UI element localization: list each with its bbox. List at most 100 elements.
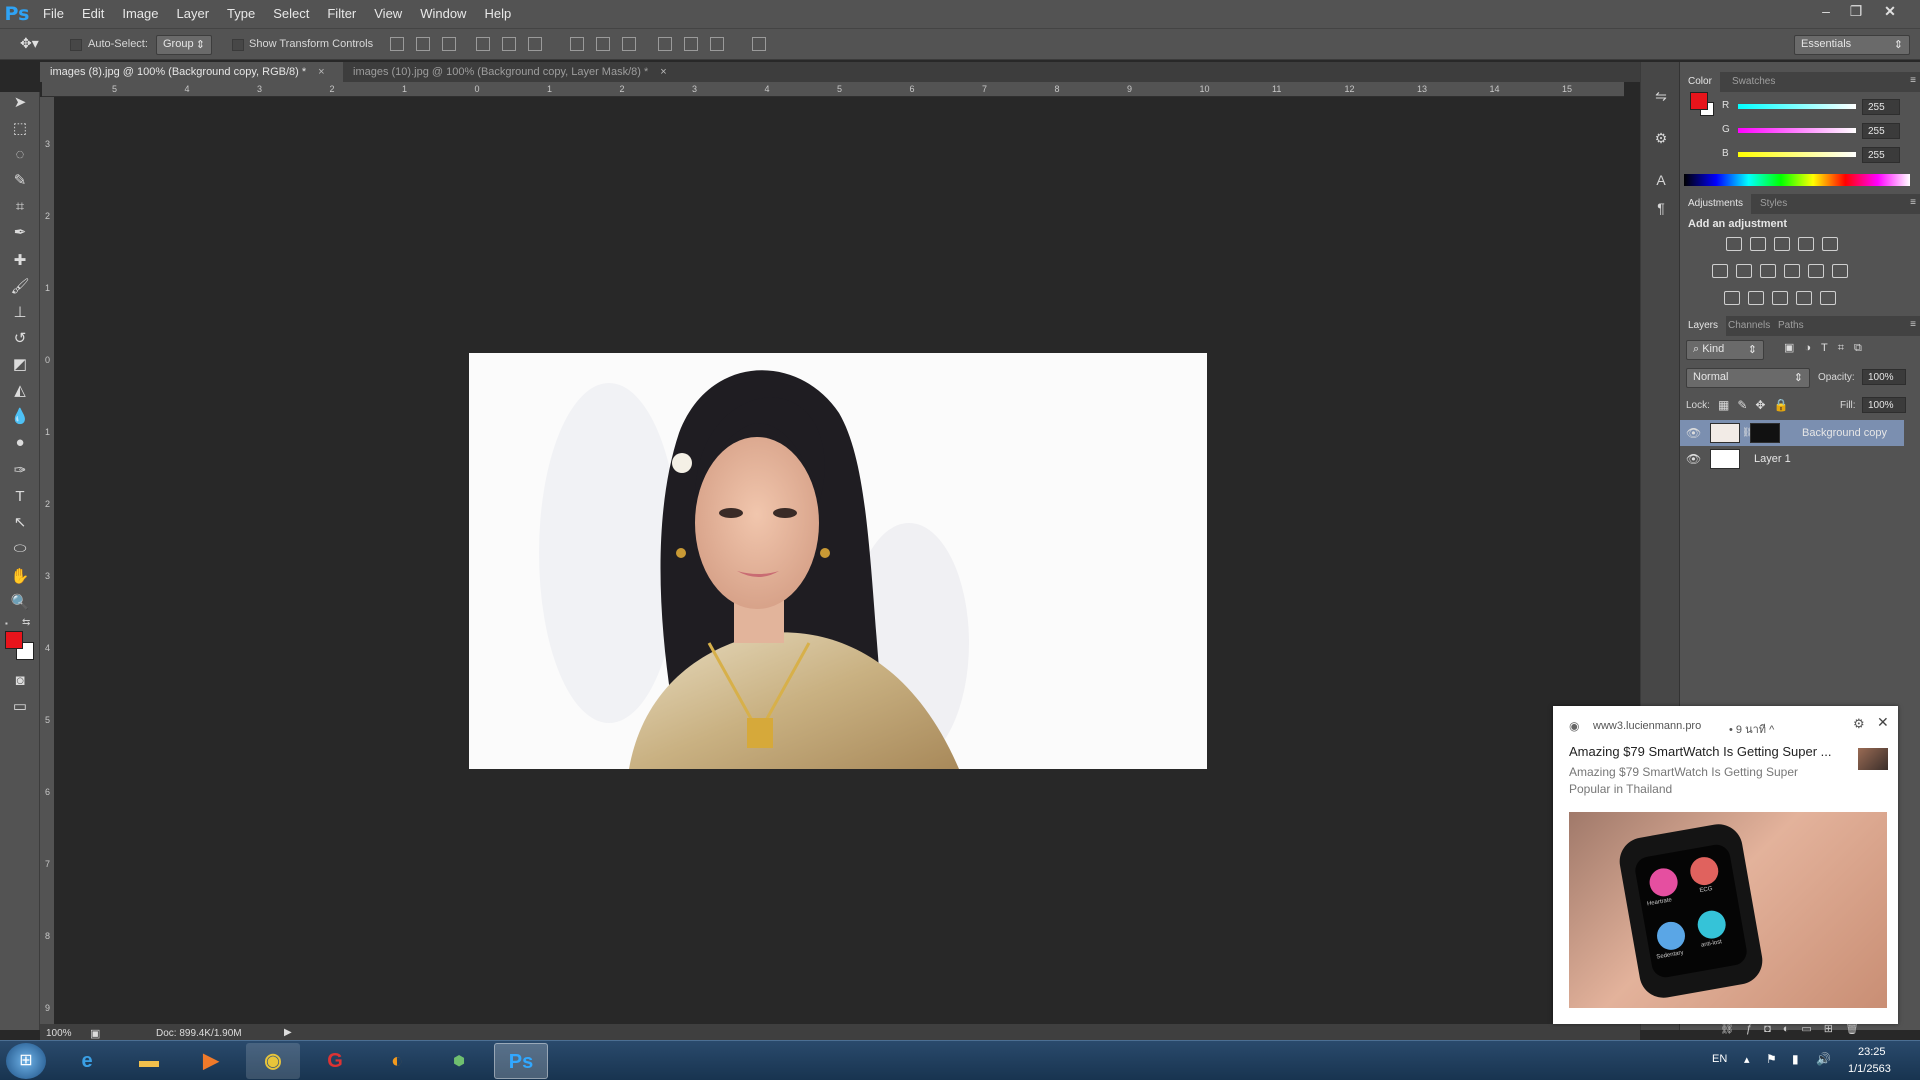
settings-gear-icon[interactable]: ⚙: [1853, 716, 1865, 732]
auto-select-checkbox[interactable]: [70, 39, 82, 51]
fill-value[interactable]: 100%: [1862, 397, 1906, 413]
tab-images-10[interactable]: images (10).jpg @ 100% (Background copy,…: [343, 62, 683, 82]
photo-filter-icon[interactable]: [1784, 264, 1800, 278]
color-lookup-icon[interactable]: [1832, 264, 1848, 278]
default-colors-icon[interactable]: ▪: [5, 619, 15, 629]
chrome-taskbar-icon[interactable]: ◉: [246, 1043, 300, 1079]
paragraph-panel-icon[interactable]: ¶: [1651, 198, 1671, 218]
panel-menu-icon[interactable]: ≡: [1910, 75, 1916, 86]
start-button[interactable]: ⊞: [6, 1043, 46, 1079]
history-brush-tool-icon[interactable]: ↺: [8, 328, 32, 350]
internet-explorer-icon[interactable]: e: [60, 1043, 114, 1079]
move-tool-icon[interactable]: ➤: [8, 92, 32, 114]
green-slider[interactable]: [1738, 128, 1856, 133]
channel-mixer-icon[interactable]: [1808, 264, 1824, 278]
chrome-notification[interactable]: ◉ www3.lucienmann.pro • 9 นาที ^ ⚙ ✕ Ama…: [1553, 706, 1898, 1024]
blur-tool-icon[interactable]: 💧: [8, 406, 32, 428]
brightness-icon[interactable]: [1726, 237, 1742, 251]
properties-panel-icon[interactable]: ⚙: [1651, 128, 1671, 148]
tab-color[interactable]: Color: [1680, 72, 1720, 92]
exposure-icon[interactable]: [1798, 237, 1814, 251]
status-menu-arrow-icon[interactable]: ▶: [284, 1027, 292, 1038]
restore-button[interactable]: ❐: [1842, 0, 1870, 24]
tab-adjustments[interactable]: Adjustments: [1680, 194, 1752, 214]
media-player-icon[interactable]: ▶: [184, 1043, 238, 1079]
posterize-icon[interactable]: [1748, 291, 1764, 305]
stamp-tool-icon[interactable]: ⊥: [8, 302, 32, 324]
network-icon[interactable]: ▮: [1792, 1052, 1799, 1066]
black-white-icon[interactable]: [1760, 264, 1776, 278]
red-slider[interactable]: [1738, 104, 1856, 109]
menu-select[interactable]: Select: [264, 0, 318, 28]
layer-mask-thumbnail[interactable]: [1750, 423, 1780, 443]
photoshop-taskbar-icon[interactable]: Ps: [494, 1043, 548, 1079]
distribute-left-icon[interactable]: [658, 37, 672, 51]
move-tool-preset-icon[interactable]: ✥▾: [20, 35, 39, 52]
menu-edit[interactable]: Edit: [73, 0, 113, 28]
smartwatch-image[interactable]: Heartrate ECG Sedentary anti-lost: [1569, 812, 1887, 1008]
proof-icon[interactable]: ▣: [90, 1027, 100, 1040]
selective-color-icon[interactable]: [1796, 291, 1812, 305]
ellipse-tool-icon[interactable]: ⬭: [8, 538, 32, 560]
tab-swatches[interactable]: Swatches: [1724, 72, 1783, 92]
paint-bucket-tool-icon[interactable]: ◭: [8, 380, 32, 402]
transform-controls-checkbox[interactable]: [232, 39, 244, 51]
close-tab-icon[interactable]: ×: [660, 66, 666, 78]
distribute-top-icon[interactable]: [570, 37, 584, 51]
blue-value[interactable]: 255: [1862, 147, 1900, 163]
menu-layer[interactable]: Layer: [168, 0, 219, 28]
red-value[interactable]: 255: [1862, 99, 1900, 115]
panel-menu-icon[interactable]: ≡: [1910, 319, 1916, 330]
align-left-icon[interactable]: [476, 37, 490, 51]
blend-mode-dropdown[interactable]: Normal ⇕: [1686, 368, 1810, 388]
align-right-icon[interactable]: [528, 37, 542, 51]
layer-name[interactable]: Background copy: [1802, 427, 1887, 439]
eyedropper-tool-icon[interactable]: ✒: [8, 222, 32, 244]
firefox-icon[interactable]: ◐: [370, 1043, 424, 1079]
hand-tool-icon[interactable]: ✋: [8, 566, 32, 588]
eraser-tool-icon[interactable]: ◩: [8, 354, 32, 376]
swap-colors-icon[interactable]: ⇆: [22, 617, 30, 628]
visibility-eye-icon[interactable]: 👁: [1686, 452, 1701, 466]
distribute-right-icon[interactable]: [710, 37, 724, 51]
menu-file[interactable]: File: [34, 0, 73, 28]
lasso-tool-icon[interactable]: ◌: [8, 144, 32, 166]
layer-filter-icons[interactable]: ▣◑T⌗⧉: [1784, 341, 1914, 357]
distribute-bottom-icon[interactable]: [622, 37, 636, 51]
menu-view[interactable]: View: [365, 0, 411, 28]
color-spectrum[interactable]: [1684, 174, 1910, 186]
threshold-icon[interactable]: [1772, 291, 1788, 305]
blue-slider[interactable]: [1738, 152, 1856, 157]
group-dropdown[interactable]: Group ⇕: [156, 35, 212, 55]
workspace-dropdown[interactable]: Essentials ⇕: [1794, 35, 1910, 55]
gradient-map-icon[interactable]: [1820, 291, 1836, 305]
distribute-vcenter-icon[interactable]: [596, 37, 610, 51]
layer-kind-filter[interactable]: ⌕ Kind ⇕: [1686, 340, 1764, 360]
clock-date[interactable]: 1/1/2563: [1848, 1063, 1891, 1075]
close-window-button[interactable]: ✕: [1876, 0, 1904, 24]
character-panel-icon[interactable]: A: [1651, 170, 1671, 190]
layer-row-background-copy[interactable]: 👁 ⛓ Background copy: [1680, 420, 1904, 446]
align-top-icon[interactable]: [390, 37, 404, 51]
green-value[interactable]: 255: [1862, 123, 1900, 139]
invert-icon[interactable]: [1724, 291, 1740, 305]
auto-align-icon[interactable]: [752, 37, 766, 51]
crop-tool-icon[interactable]: ⌗: [8, 196, 32, 218]
file-explorer-icon[interactable]: ▬: [122, 1043, 176, 1079]
menu-help[interactable]: Help: [475, 0, 520, 28]
panel-menu-icon[interactable]: ≡: [1910, 197, 1916, 208]
curves-icon[interactable]: [1774, 237, 1790, 251]
color-fg-swatch[interactable]: [1690, 92, 1708, 110]
align-vcenter-icon[interactable]: [416, 37, 430, 51]
volume-icon[interactable]: 🔊: [1816, 1052, 1831, 1066]
tray-expand-icon[interactable]: ▴: [1744, 1053, 1750, 1066]
layer-name[interactable]: Layer 1: [1754, 453, 1791, 465]
tab-paths[interactable]: Paths: [1770, 316, 1812, 336]
close-tab-icon[interactable]: ×: [318, 66, 324, 78]
document-image[interactable]: [469, 353, 1207, 769]
clock-time[interactable]: 23:25: [1858, 1046, 1886, 1058]
tab-images-8[interactable]: images (8).jpg @ 100% (Background copy, …: [40, 62, 343, 82]
close-notification-icon[interactable]: ✕: [1877, 714, 1889, 731]
menu-window[interactable]: Window: [411, 0, 475, 28]
brush-tool-icon[interactable]: 🖌: [8, 276, 32, 298]
